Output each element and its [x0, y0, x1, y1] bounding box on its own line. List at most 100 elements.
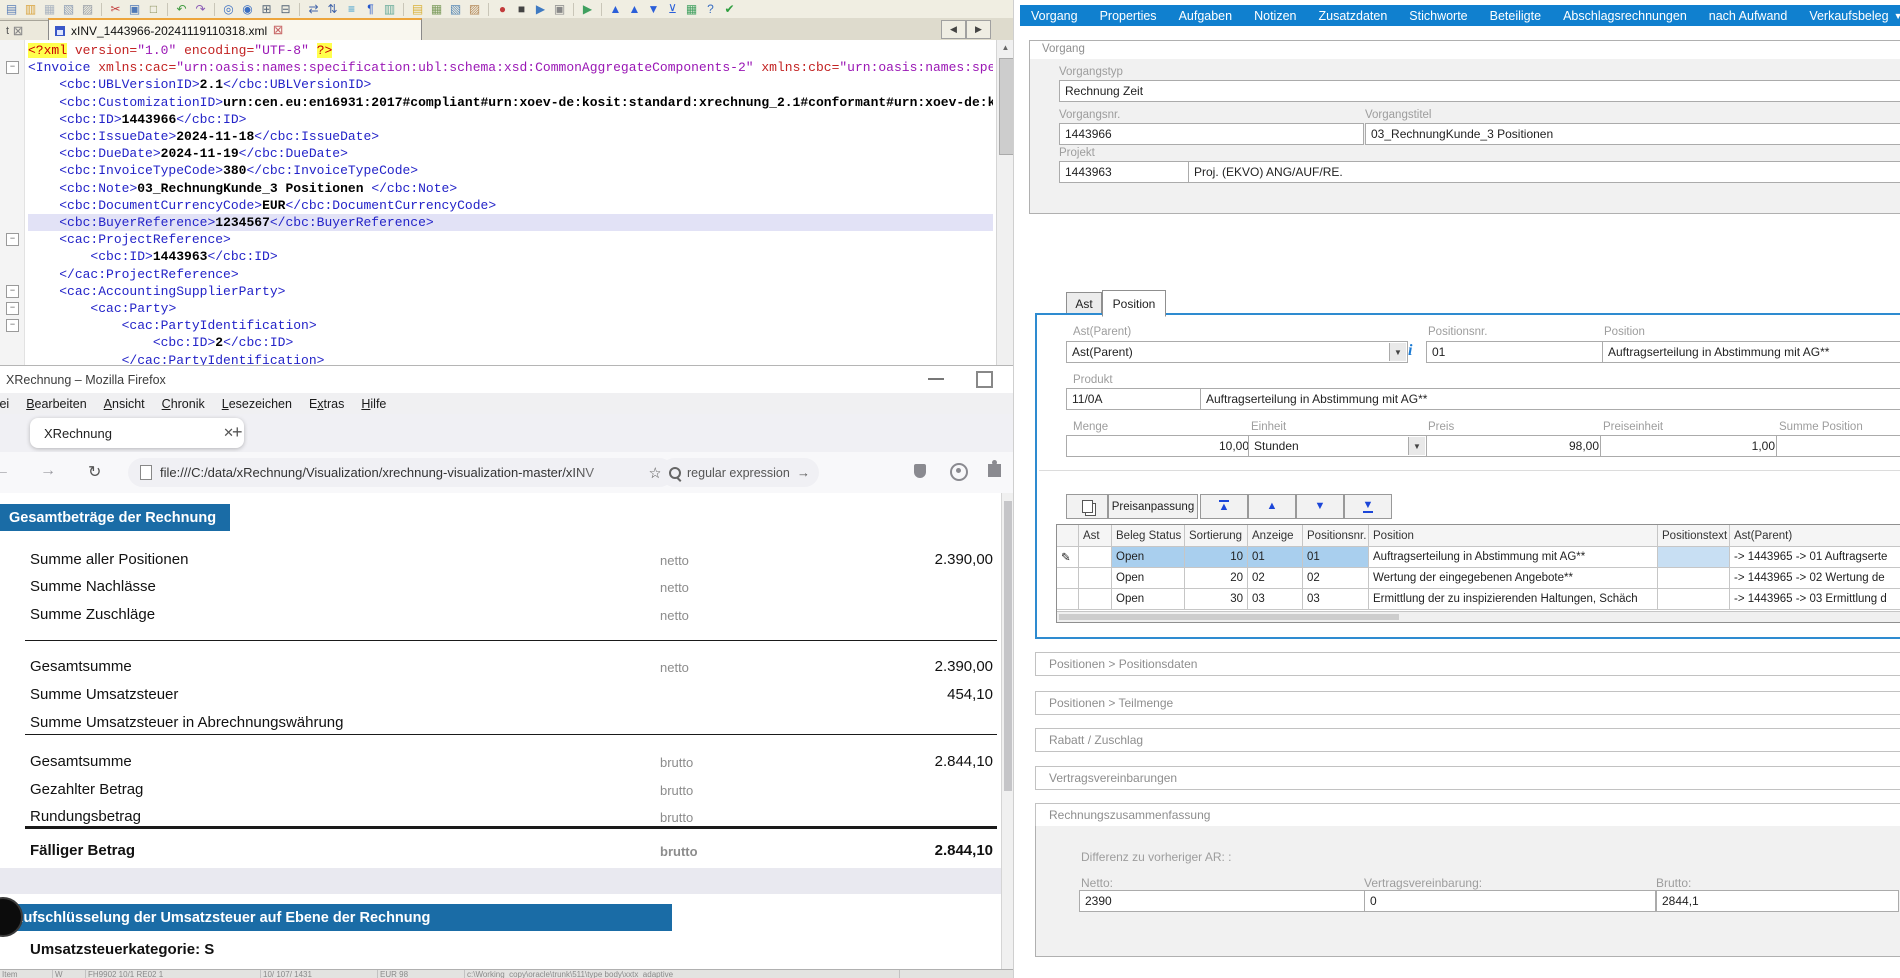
preis-field[interactable]: 98,00 — [1426, 435, 1605, 457]
grid-header-Ast[interactable]: Ast — [1079, 525, 1112, 547]
menge-field[interactable]: 10,00 — [1066, 435, 1255, 457]
grid-cell[interactable]: -> 1443965 -> 02 Wertung de — [1730, 568, 1900, 589]
indent-guide-icon[interactable]: ▥ — [382, 2, 397, 17]
erp-tab-stichworte[interactable]: Stichworte — [1398, 9, 1478, 23]
move-bottom-button[interactable]: ▼ — [1344, 494, 1392, 519]
produkt-nr-field[interactable]: 11/0A — [1066, 388, 1208, 410]
grid-cell[interactable]: -> 1443965 -> 03 Ermittlung d — [1730, 589, 1900, 610]
grid-cell[interactable]: Wertung der eingegebenen Angebote** — [1369, 568, 1658, 589]
open-folder-icon[interactable]: ▥ — [23, 2, 38, 17]
erp-tab-zusatzdaten[interactable]: Zusatzdaten — [1307, 9, 1398, 23]
reload-icon[interactable]: ↻ — [88, 462, 101, 482]
grid-cell[interactable]: -> 1443965 -> 01 Auftragserte — [1730, 547, 1900, 568]
maximize-icon[interactable] — [976, 371, 993, 388]
editor-scrollbar-thumb[interactable] — [999, 58, 1013, 155]
preisanpassung-button[interactable]: Preisanpassung — [1108, 494, 1198, 519]
accordion-positionen-teilmenge[interactable]: Positionen > Teilmenge — [1035, 691, 1900, 715]
new-file-icon[interactable]: ▤ — [4, 2, 19, 17]
function-list-icon[interactable]: ▤ — [410, 2, 425, 17]
back-icon[interactable]: ← — [0, 462, 10, 480]
erp-tab-verkaufsbeleg[interactable]: Verkaufsbeleg▼ — [1798, 9, 1900, 23]
scroll-up-icon[interactable]: ▲ — [997, 40, 1013, 56]
vorgangsnr-field[interactable]: 1443966 — [1059, 123, 1364, 145]
projekt-nr-field[interactable]: 1443963 — [1059, 161, 1196, 183]
save-macro-icon[interactable]: ▣ — [552, 2, 567, 17]
accordion-rechnungszusammenfassung[interactable]: Rechnungszusammenfassung — [1035, 803, 1900, 827]
grid-cell[interactable]: 30 — [1185, 589, 1248, 610]
sync-scroll-v-icon[interactable]: ⇅ — [325, 2, 340, 17]
move-down-button[interactable]: ▼ — [1296, 494, 1344, 519]
tab-close-icon[interactable]: ☒ — [273, 24, 283, 37]
erp-tab-beteiligte[interactable]: Beteiligte — [1479, 9, 1552, 23]
run-icon[interactable]: ▶ — [580, 2, 595, 17]
sort-bottom-icon[interactable]: ⊻ — [665, 2, 680, 17]
grid-header-Ast(Parent)[interactable]: Ast(Parent) — [1730, 525, 1900, 547]
grid-cell[interactable]: 02 — [1303, 568, 1369, 589]
position-field[interactable]: Auftragserteilung in Abstimmung mit AG** — [1602, 341, 1900, 363]
fold-toggle-icon[interactable]: − — [6, 61, 19, 74]
move-up-button[interactable]: ▲ — [1248, 494, 1296, 519]
chevron-down-icon[interactable]: ▼ — [1389, 343, 1406, 361]
grid-cell[interactable]: Ermittlung der zu inspizierenden Haltung… — [1369, 589, 1658, 610]
zoom-out-icon[interactable]: ⊟ — [278, 2, 293, 17]
grid-hscrollbar-thumb[interactable] — [1059, 614, 1399, 620]
grid-cell[interactable] — [1658, 589, 1730, 610]
grid-header-Positionstext[interactable]: Positionstext — [1658, 525, 1730, 547]
info-icon[interactable]: i — [1408, 342, 1412, 360]
menu-item-datei[interactable]: Datei — [0, 397, 9, 411]
grid-cell[interactable] — [1658, 568, 1730, 589]
paste-icon[interactable]: □ — [146, 2, 161, 17]
menu-item-lesezeichen[interactable]: Lesezeichen — [222, 397, 292, 411]
color-chip-icon[interactable]: ▦ — [684, 2, 699, 17]
redo-icon[interactable]: ↷ — [193, 2, 208, 17]
zoom-in-icon[interactable]: ⊞ — [259, 2, 274, 17]
erp-tab-vorgang[interactable]: Vorgang — [1020, 9, 1089, 23]
accordion-vertragsvereinbarungen[interactable]: Vertragsvereinbarungen — [1035, 766, 1900, 790]
projekt-name-field[interactable]: Proj. (EKVO) ANG/AUF/RE. — [1188, 161, 1900, 183]
chevron-down-icon[interactable]: ▼ — [1408, 437, 1425, 455]
netto-field[interactable]: 2390 — [1079, 890, 1365, 912]
xml-editor[interactable]: −−−−− <?xml version="1.0" encoding="UTF-… — [0, 40, 1013, 365]
record-macro-icon[interactable]: ● — [495, 2, 510, 17]
grid-cell[interactable]: 10 — [1185, 547, 1248, 568]
doc-switcher-icon[interactable]: ▧ — [448, 2, 463, 17]
tab-position[interactable]: Position — [1102, 290, 1166, 317]
row-edit-pencil-icon[interactable]: ✎ — [1057, 547, 1079, 568]
grid-cell[interactable] — [1079, 568, 1112, 589]
help-icon[interactable]: ? — [703, 2, 718, 17]
url-bar[interactable]: file:///C:/data/xRechnung/Visualization/… — [128, 458, 674, 487]
menu-item-ansicht[interactable]: Ansicht — [104, 397, 145, 411]
notepad-tab-active[interactable]: xINV_1443966-20241119110318.xml ☒ — [48, 18, 422, 42]
copy-icon[interactable]: ▣ — [127, 2, 142, 17]
search-go-icon[interactable]: → — [797, 465, 810, 480]
grid-cell[interactable]: Open — [1112, 547, 1185, 568]
forward-icon[interactable]: → — [40, 462, 56, 480]
grid-cell[interactable]: 01 — [1248, 547, 1303, 568]
copy-row-button[interactable] — [1066, 494, 1108, 519]
new-tab-icon[interactable]: + — [232, 422, 243, 443]
grid-cell[interactable]: Open — [1112, 568, 1185, 589]
shield-icon[interactable] — [914, 464, 926, 478]
check-icon[interactable]: ✔ — [722, 2, 737, 17]
show-symbols-icon[interactable]: ¶ — [363, 2, 378, 17]
grid-cell[interactable] — [1658, 547, 1730, 568]
tab-close-icon[interactable]: ☒ — [13, 25, 23, 38]
fold-toggle-icon[interactable]: − — [6, 319, 19, 332]
grid-cell[interactable]: 03 — [1248, 589, 1303, 610]
menu-item-hilfe[interactable]: Hilfe — [361, 397, 386, 411]
cut-icon[interactable]: ✂ — [108, 2, 123, 17]
erp-tab-aufgaben[interactable]: Aufgaben — [1168, 9, 1244, 23]
menu-item-extras[interactable]: Extras — [309, 397, 344, 411]
undo-icon[interactable]: ↶ — [174, 2, 189, 17]
grid-cell[interactable]: 02 — [1248, 568, 1303, 589]
grid-cell[interactable]: 01 — [1303, 547, 1369, 568]
grid-header-Anzeige[interactable]: Anzeige — [1248, 525, 1303, 547]
tab-scroll-right-button[interactable]: ▶ — [966, 20, 991, 39]
brutto-field[interactable]: 2844,1 — [1656, 890, 1899, 912]
fold-toggle-icon[interactable]: − — [6, 285, 19, 298]
tab-scroll-left-button[interactable]: ◀ — [941, 20, 966, 39]
erp-tab-notizen[interactable]: Notizen — [1243, 9, 1307, 23]
grid-header-selector[interactable] — [1057, 525, 1079, 547]
sync-scroll-h-icon[interactable]: ⇄ — [306, 2, 321, 17]
preiseinheit-field[interactable]: 1,00 — [1600, 435, 1781, 457]
